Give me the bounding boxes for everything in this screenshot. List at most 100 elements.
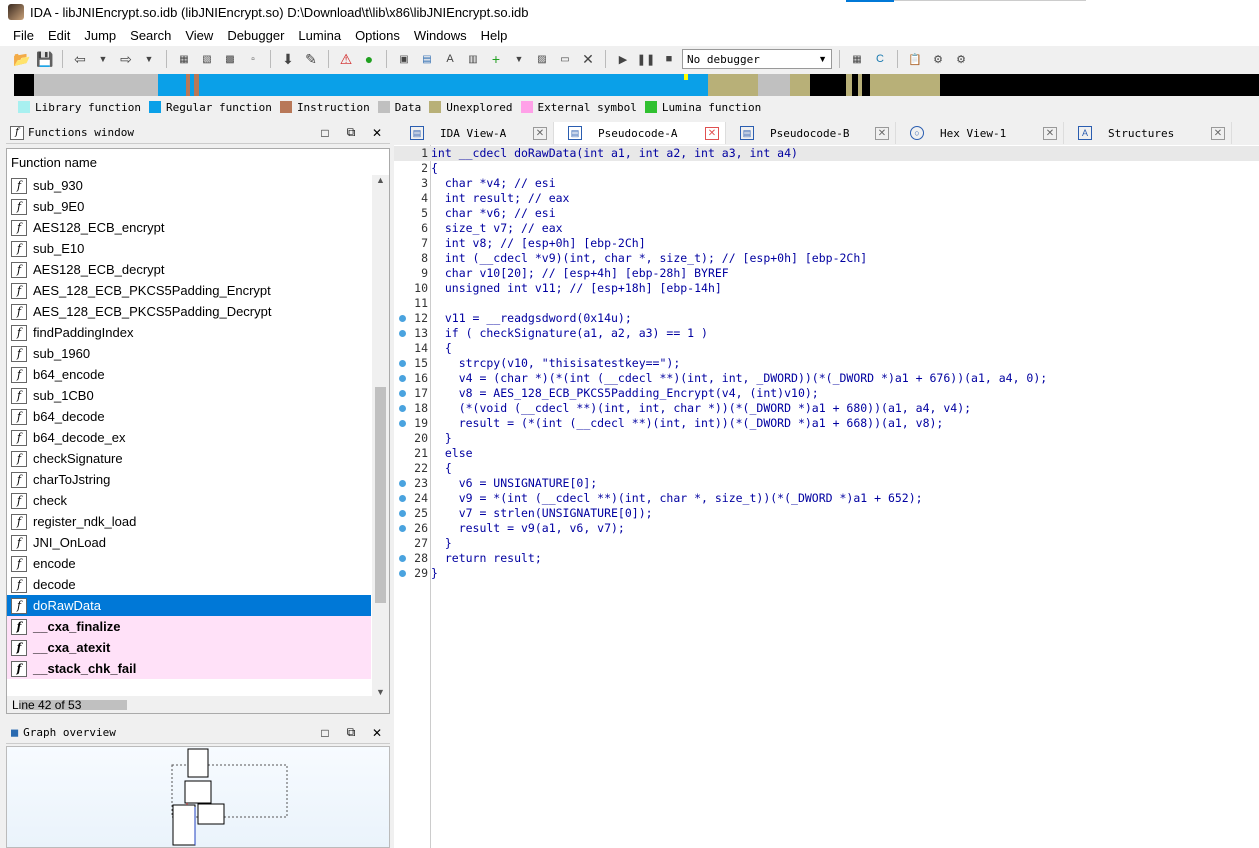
function-list-item[interactable]: f sub_1CB0 — [7, 385, 371, 406]
code-line[interactable]: 20 } — [394, 431, 1259, 446]
next-code-icon[interactable]: ▫ — [243, 49, 263, 69]
close-icon[interactable]: ✕ — [364, 126, 390, 140]
close-x-icon[interactable]: ✕ — [578, 49, 598, 69]
function-list-item[interactable]: f checkSignature — [7, 448, 371, 469]
breakpoint-dot-icon[interactable] — [399, 330, 406, 337]
plugins-icon[interactable]: ⚙ — [928, 49, 948, 69]
float-icon[interactable]: ⧉ — [338, 125, 364, 140]
array-icon[interactable]: ▥ — [463, 49, 483, 69]
function-list-item[interactable]: f register_ndk_load — [7, 511, 371, 532]
code-line[interactable]: 26 result = v9(a1, v6, v7); — [394, 521, 1259, 536]
add-icon[interactable]: + — [486, 49, 506, 69]
code-line[interactable]: 14 { — [394, 341, 1259, 356]
code-line[interactable]: 9 char v10[20]; // [esp+4h] [ebp-28h] BY… — [394, 266, 1259, 281]
function-list-item[interactable]: f AES_128_ECB_PKCS5Padding_Encrypt — [7, 280, 371, 301]
chevron-down-icon[interactable]: ▼ — [509, 49, 529, 69]
warning-icon[interactable]: ⚠ — [336, 49, 356, 69]
function-list-item[interactable]: f encode — [7, 553, 371, 574]
column-header-function-name[interactable]: Function name — [7, 149, 389, 175]
debugger-select[interactable]: No debugger ▼ — [682, 49, 832, 69]
breakpoint-dot-icon[interactable] — [399, 570, 406, 577]
breakpoint-dot-icon[interactable] — [399, 495, 406, 502]
attach-process-icon[interactable]: ▦ — [847, 49, 867, 69]
struct-icon[interactable]: ▨ — [532, 49, 552, 69]
menu-help[interactable]: Help — [474, 28, 515, 43]
float-icon[interactable]: ⧉ — [338, 725, 364, 740]
pause-icon[interactable]: ❚❚ — [636, 49, 656, 69]
function-list-item[interactable]: f AES128_ECB_decrypt — [7, 259, 371, 280]
code-line[interactable]: 10 unsigned int v11; // [esp+18h] [ebp-1… — [394, 281, 1259, 296]
vertical-scrollbar[interactable]: ▲ ▼ — [372, 175, 389, 697]
code-line[interactable]: 17 v8 = AES_128_ECB_PKCS5Padding_Encrypt… — [394, 386, 1259, 401]
code-line[interactable]: 6 size_t v7; // eax — [394, 221, 1259, 236]
breakpoint-dot-icon[interactable] — [399, 525, 406, 532]
code-line[interactable]: 12 v11 = __readgsdword(0x14u); — [394, 311, 1259, 326]
breakpoint-dot-icon[interactable] — [399, 315, 406, 322]
function-list-item[interactable]: f sub_9E0 — [7, 196, 371, 217]
function-list-item[interactable]: f decode — [7, 574, 371, 595]
function-list-item[interactable]: f __cxa_finalize — [7, 616, 371, 637]
close-icon[interactable]: ✕ — [364, 726, 390, 740]
back-arrow-icon[interactable]: ⇦ — [70, 49, 90, 69]
menu-lumina[interactable]: Lumina — [291, 28, 348, 43]
code-line[interactable]: 25 v7 = strlen(UNSIGNATURE[0]); — [394, 506, 1259, 521]
code-line[interactable]: 5 char *v6; // esi — [394, 206, 1259, 221]
tab-structures[interactable]: A Structures ✕ — [1064, 122, 1232, 144]
code-line[interactable]: 8 int (__cdecl *v9)(int, char *, size_t)… — [394, 251, 1259, 266]
green-circle-icon[interactable]: ● — [359, 49, 379, 69]
code-line[interactable]: 29} — [394, 566, 1259, 581]
function-list-item[interactable]: f __stack_chk_fail — [7, 658, 371, 679]
binary-search-icon[interactable]: ▦ — [174, 49, 194, 69]
menu-options[interactable]: Options — [348, 28, 407, 43]
tab-pseudocode-b[interactable]: ▤ Pseudocode-B ✕ — [726, 122, 896, 144]
edit-icon[interactable]: ✎ — [301, 49, 321, 69]
close-icon[interactable]: ✕ — [705, 126, 719, 140]
menu-search[interactable]: Search — [123, 28, 178, 43]
functions-list[interactable]: Function name f sub_930 f sub_9E0 f AES128_EC… — [6, 148, 390, 714]
function-list-item[interactable]: f AES128_ECB_encrypt — [7, 217, 371, 238]
function-list-item[interactable]: f AES_128_ECB_PKCS5Padding_Decrypt — [7, 301, 371, 322]
forward-arrow-icon[interactable]: ⇨ — [116, 49, 136, 69]
notepad-icon[interactable]: 📋 — [905, 49, 925, 69]
code-line[interactable]: 2{ — [394, 161, 1259, 176]
code-line[interactable]: 13 if ( checkSignature(a1, a2, a3) == 1 … — [394, 326, 1259, 341]
code-line[interactable]: 1 int __cdecl doRawData(int a1, int a2, i… — [394, 146, 1259, 161]
pseudocode-view[interactable]: 1 int __cdecl doRawData(int a1, int a2, i… — [394, 145, 1259, 848]
code-line[interactable]: 24 v9 = *(int (__cdecl **)(int, char *, … — [394, 491, 1259, 506]
stop-icon[interactable]: ■ — [659, 49, 679, 69]
restore-icon[interactable]: □ — [312, 726, 338, 740]
function-list-item[interactable]: f sub_E10 — [7, 238, 371, 259]
function-list-item[interactable]: f b64_decode — [7, 406, 371, 427]
code-line[interactable]: 27 } — [394, 536, 1259, 551]
close-icon[interactable]: ✕ — [1043, 126, 1057, 140]
code-line[interactable]: 23 v6 = UNSIGNATURE[0]; — [394, 476, 1259, 491]
function-list-item[interactable]: f b64_encode — [7, 364, 371, 385]
navigation-band[interactable] — [14, 74, 1259, 96]
undefine-icon[interactable]: ▭ — [555, 49, 575, 69]
close-icon[interactable]: ✕ — [875, 126, 889, 140]
code-line[interactable]: 21 else — [394, 446, 1259, 461]
breakpoint-dot-icon[interactable] — [399, 360, 406, 367]
tab-ida-view-a[interactable]: ▤ IDA View-A ✕ — [396, 122, 554, 144]
open-folder-icon[interactable]: 📂 — [12, 49, 32, 69]
play-icon[interactable]: ▶ — [613, 49, 633, 69]
code-line[interactable]: 19 result = (*(int (__cdecl **)(int, int… — [394, 416, 1259, 431]
graph-overview-canvas[interactable] — [6, 746, 390, 848]
scrollbar-thumb[interactable] — [375, 387, 386, 603]
function-list-item[interactable]: f check — [7, 490, 371, 511]
menu-file[interactable]: File — [6, 28, 41, 43]
save-icon[interactable]: 💾 — [35, 49, 55, 69]
code-line[interactable]: 16 v4 = (char *)(*(int (__cdecl **)(int,… — [394, 371, 1259, 386]
code-line[interactable]: 7 int v8; // [esp+0h] [ebp-2Ch] — [394, 236, 1259, 251]
close-icon[interactable]: ✕ — [533, 126, 547, 140]
breakpoint-dot-icon[interactable] — [399, 510, 406, 517]
menu-windows[interactable]: Windows — [407, 28, 474, 43]
down-arrow-icon[interactable]: ⬇ — [278, 49, 298, 69]
code-line[interactable]: 22 { — [394, 461, 1259, 476]
code-line[interactable]: 3 char *v4; // esi — [394, 176, 1259, 191]
breakpoint-dot-icon[interactable] — [399, 405, 406, 412]
function-list-item[interactable]: f sub_1960 — [7, 343, 371, 364]
immediate-search-icon[interactable]: ▩ — [220, 49, 240, 69]
text-search-icon[interactable]: ▧ — [197, 49, 217, 69]
chevron-down-icon[interactable]: ▼ — [93, 49, 113, 69]
